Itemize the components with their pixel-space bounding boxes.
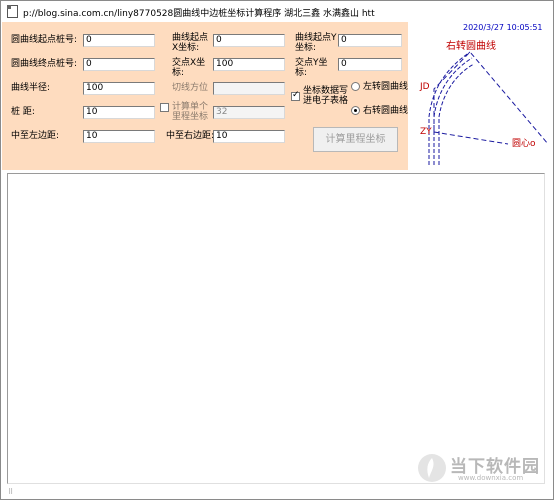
left-curve-radio[interactable] <box>351 82 360 91</box>
curve-start-y-label: 曲线起点Y坐标: <box>295 33 337 53</box>
output-text-area[interactable] <box>7 173 545 484</box>
intersection-y-input[interactable]: 0 <box>338 58 402 71</box>
tangent-bearing-input <box>213 82 285 95</box>
tangent-bearing-label: 切线方位 <box>172 83 209 93</box>
app-icon <box>7 5 18 18</box>
window-title: p://blog.sina.com.cn/liny8770528圆曲线中边桩坐标… <box>23 9 375 19</box>
left-edge-label: 中至左边距: <box>11 131 60 141</box>
right-edge-label: 中至右边距: <box>166 131 215 141</box>
center-label: 圆心o <box>512 139 536 149</box>
write-excel-label: 坐标数据写进电子表格 <box>303 86 349 106</box>
pile-distance-input[interactable]: 10 <box>83 106 155 119</box>
center-line <box>433 57 473 165</box>
intersection-x-label: 交点X坐标: <box>172 58 206 78</box>
write-excel-checkbox[interactable] <box>291 90 300 101</box>
single-calc-label: 计算单个里程坐标 <box>172 102 209 122</box>
single-calc-input: 32 <box>213 106 285 119</box>
zy-label: ZY <box>420 127 432 137</box>
left-edge-input[interactable]: 10 <box>83 130 155 143</box>
resize-grip-icon[interactable]: ⠿ <box>8 488 13 496</box>
intersection-y-label: 交点Y坐标: <box>295 58 328 78</box>
title-bar[interactable]: p://blog.sina.com.cn/liny8770528圆曲线中边桩坐标… <box>1 1 553 23</box>
calculate-button[interactable]: 计算里程坐标 <box>313 127 398 152</box>
start-station-input[interactable]: 0 <box>83 34 155 47</box>
timestamp: 2020/3/27 10:05:51 <box>463 23 543 32</box>
curve-start-y-input[interactable]: 0 <box>338 34 402 47</box>
watermark-url: www.downxia.com <box>458 474 524 482</box>
radius-input[interactable]: 100 <box>83 82 155 95</box>
left-curve-label: 左转圆曲线 <box>363 82 409 92</box>
jd-label: JD <box>420 82 430 92</box>
tangent-lines <box>433 51 549 145</box>
intersection-x-input[interactable]: 100 <box>213 58 285 71</box>
right-curve-radio[interactable] <box>351 106 360 115</box>
curve-start-x-input[interactable]: 0 <box>213 34 285 47</box>
end-station-label: 圆曲线终点桩号: <box>11 59 78 69</box>
end-station-input[interactable]: 0 <box>83 58 155 71</box>
right-curve-caption: 右转圆曲线 <box>446 41 496 52</box>
single-calc-checkbox[interactable] <box>160 103 169 112</box>
pile-distance-label: 桩 距: <box>11 107 35 117</box>
right-curve-label: 右转圆曲线 <box>363 106 409 116</box>
start-station-label: 圆曲线起点桩号: <box>11 35 78 45</box>
right-edge-input[interactable]: 10 <box>213 130 285 143</box>
radius-label: 曲线半径: <box>11 83 51 93</box>
radius-line <box>433 131 509 145</box>
curve-start-x-label: 曲线起点X坐标: <box>172 33 209 53</box>
